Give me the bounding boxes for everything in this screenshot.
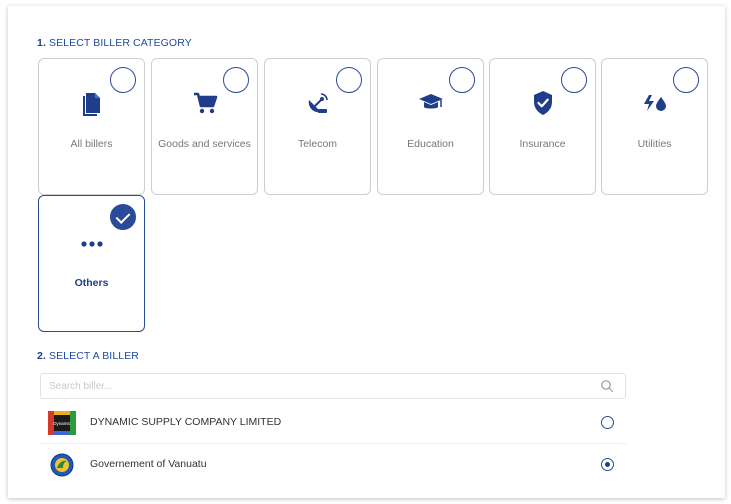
biller-radio[interactable] — [601, 416, 614, 429]
bolt-drop-icon — [602, 89, 707, 117]
category-label: Goods and services — [158, 138, 251, 150]
section-title-category: 1. SELECT BILLER CATEGORY — [37, 37, 192, 49]
section-number: 1. — [37, 37, 46, 49]
section-label: SELECT BILLER CATEGORY — [48, 37, 192, 49]
biller-radio[interactable] — [601, 458, 614, 471]
category-tile-utilities[interactable]: Utilities — [601, 58, 708, 195]
satellite-dish-icon — [265, 89, 370, 117]
category-tile-telecom[interactable]: Telecom — [264, 58, 371, 195]
cart-icon — [152, 89, 257, 117]
vanuatu-seal-logo — [50, 453, 74, 477]
biller-row-dynamic-supply[interactable]: Dynamic DYNAMIC SUPPLY COMPANY LIMITED — [40, 403, 626, 443]
category-label: All billers — [70, 138, 113, 150]
ellipsis-icon — [39, 230, 144, 258]
category-tile-all-billers[interactable]: All billers — [38, 58, 145, 195]
category-label: Education — [407, 138, 454, 150]
biller-name: DYNAMIC SUPPLY COMPANY LIMITED — [90, 416, 282, 428]
checkmark-icon[interactable] — [110, 204, 136, 230]
category-tile-education[interactable]: Education — [377, 58, 484, 195]
category-label: Utilities — [637, 138, 672, 150]
document-icon — [39, 89, 144, 117]
section-label: SELECT A BILLER — [48, 350, 139, 362]
divider — [40, 443, 626, 444]
search-biller-input[interactable] — [40, 373, 626, 399]
biller-row-government-of-vanuatu[interactable]: Governement of Vanuatu — [40, 445, 626, 485]
category-label: Others — [74, 277, 109, 289]
category-label: Insurance — [519, 138, 566, 150]
category-tile-others[interactable]: Others — [38, 195, 145, 332]
biller-name: Governement of Vanuatu — [90, 458, 207, 470]
logo-text: Dynamic — [53, 421, 71, 426]
category-label: Telecom — [297, 138, 338, 150]
section-number: 2. — [37, 350, 46, 362]
shield-check-icon — [490, 89, 595, 117]
search-icon[interactable] — [600, 379, 614, 393]
section-title-biller: 2. SELECT A BILLER — [37, 350, 139, 362]
category-tile-goods-and-services[interactable]: Goods and services — [151, 58, 258, 195]
graduation-cap-icon — [378, 89, 483, 117]
dynamic-supply-logo: Dynamic — [48, 411, 76, 435]
category-tile-insurance[interactable]: Insurance — [489, 58, 596, 195]
